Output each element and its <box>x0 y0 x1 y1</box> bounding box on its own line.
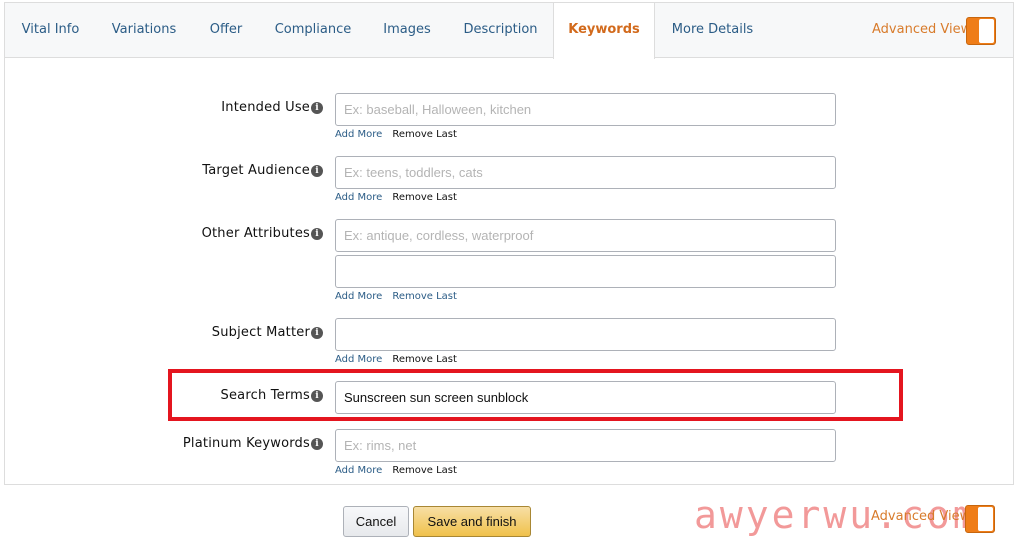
other-attributes-input-2[interactable] <box>335 255 836 288</box>
tab-description[interactable]: Description <box>448 3 553 58</box>
tab-more-details[interactable]: More Details <box>655 3 770 58</box>
subject-matter-links: Add More Remove Last <box>335 354 457 365</box>
remove-last-link[interactable]: Remove Last <box>392 129 457 140</box>
info-icon[interactable]: i <box>311 165 323 177</box>
toggle-knob <box>979 19 994 43</box>
toggle-knob <box>978 507 993 531</box>
info-icon[interactable]: i <box>311 438 323 450</box>
advanced-view-toggle[interactable] <box>966 17 996 45</box>
tab-bar: Vital Info Variations Offer Compliance I… <box>5 3 1013 59</box>
info-icon[interactable]: i <box>311 327 323 339</box>
remove-last-link[interactable]: Remove Last <box>392 354 457 365</box>
footer-advanced-view-toggle[interactable] <box>965 505 995 533</box>
remove-last-link[interactable]: Remove Last <box>392 192 457 203</box>
other-attributes-links: Add More Remove Last <box>335 291 457 302</box>
search-terms-highlight-box <box>168 369 903 421</box>
add-more-link[interactable]: Add More <box>335 291 382 302</box>
advanced-view-label: Advanced View <box>872 22 972 37</box>
add-more-link[interactable]: Add More <box>335 129 382 140</box>
target-audience-links: Add More Remove Last <box>335 192 457 203</box>
add-more-link[interactable]: Add More <box>335 465 382 476</box>
tab-compliance[interactable]: Compliance <box>260 3 366 58</box>
other-attributes-input[interactable] <box>335 219 836 252</box>
intended-use-input[interactable] <box>335 93 836 126</box>
save-and-finish-button[interactable]: Save and finish <box>413 506 531 537</box>
platinum-keywords-input[interactable] <box>335 429 836 462</box>
intended-use-links: Add More Remove Last <box>335 129 457 140</box>
other-attributes-label: Other Attributes <box>201 226 310 241</box>
tab-keywords[interactable]: Keywords <box>553 3 655 59</box>
add-more-link[interactable]: Add More <box>335 192 382 203</box>
remove-last-link[interactable]: Remove Last <box>392 291 457 302</box>
footer-advanced-view-label: Advanced View <box>871 509 971 524</box>
info-icon[interactable]: i <box>311 102 323 114</box>
remove-last-link[interactable]: Remove Last <box>392 465 457 476</box>
target-audience-label: Target Audience <box>202 163 310 178</box>
target-audience-input[interactable] <box>335 156 836 189</box>
subject-matter-label: Subject Matter <box>211 325 310 340</box>
tab-variations[interactable]: Variations <box>96 3 192 58</box>
add-more-link[interactable]: Add More <box>335 354 382 365</box>
platinum-keywords-label: Platinum Keywords <box>182 436 310 451</box>
tab-images[interactable]: Images <box>366 3 448 58</box>
info-icon[interactable]: i <box>311 228 323 240</box>
subject-matter-input[interactable] <box>335 318 836 351</box>
cancel-button[interactable]: Cancel <box>343 506 409 537</box>
tab-vital-info[interactable]: Vital Info <box>5 3 96 58</box>
intended-use-label: Intended Use <box>221 100 310 115</box>
tab-offer[interactable]: Offer <box>192 3 260 58</box>
platinum-keywords-links: Add More Remove Last <box>335 465 457 476</box>
